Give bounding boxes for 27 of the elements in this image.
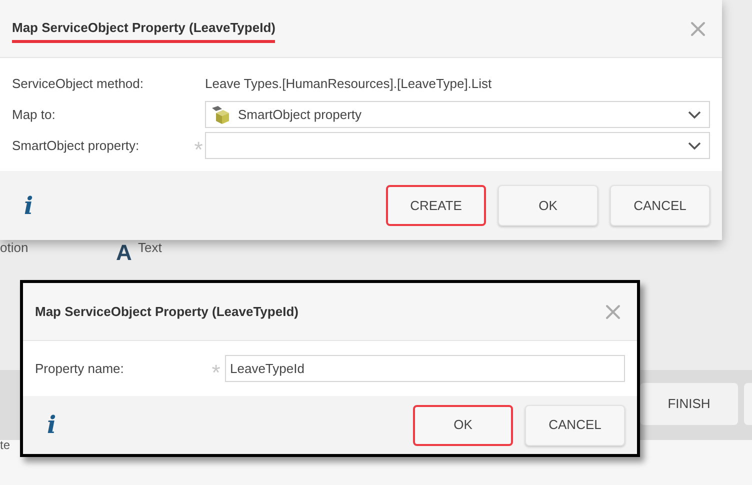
chevron-down-icon bbox=[688, 142, 701, 150]
field-label: SmartObject property: bbox=[12, 136, 140, 155]
info-icon[interactable]: i bbox=[47, 407, 56, 443]
dropdown-field[interactable]: SmartObject property bbox=[205, 101, 710, 128]
dialog-button[interactable]: CREATE bbox=[386, 185, 486, 226]
dialog-title: Map ServiceObject Property (LeaveTypeId) bbox=[35, 302, 298, 321]
dialog-button[interactable]: CANCEL bbox=[525, 404, 625, 446]
info-icon[interactable]: i bbox=[24, 188, 34, 224]
background-caption: te bbox=[0, 437, 10, 454]
required-mark: * bbox=[194, 138, 203, 160]
dialog-title: Map ServiceObject Property (LeaveTypeId) bbox=[12, 18, 276, 43]
input-field[interactable]: LeaveTypeId bbox=[225, 355, 625, 382]
cube-icon bbox=[210, 104, 230, 124]
dialog-button[interactable]: OK bbox=[498, 185, 598, 226]
method-value: Leave Types.[HumanResources].[LeaveType].List bbox=[205, 74, 492, 93]
text-tool-label[interactable]: Text bbox=[138, 238, 162, 258]
dialog-button[interactable]: CANCEL bbox=[610, 185, 710, 226]
background-caption: otion bbox=[0, 239, 28, 257]
chevron-down-icon bbox=[688, 110, 701, 118]
dropdown-field[interactable] bbox=[205, 132, 710, 159]
dialog-button[interactable]: OK bbox=[413, 404, 513, 446]
field-label: Map to: bbox=[12, 106, 56, 124]
finish-button[interactable]: FINISH bbox=[640, 383, 738, 425]
field-label: ServiceObject method: bbox=[12, 74, 145, 93]
text-tool-icon[interactable]: A bbox=[116, 236, 132, 269]
field-label: Property name: bbox=[35, 360, 125, 378]
required-mark: * bbox=[212, 362, 220, 384]
